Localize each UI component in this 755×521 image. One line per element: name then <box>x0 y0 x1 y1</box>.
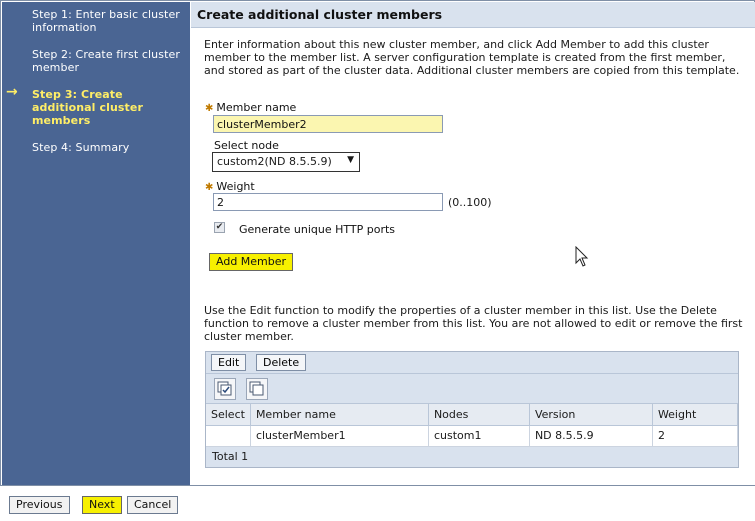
select-node-value: custom2(ND 8.5.5.9) <box>217 155 332 168</box>
edit-button[interactable]: Edit <box>211 354 247 371</box>
weight-input[interactable] <box>213 193 443 211</box>
column-weight[interactable]: Weight <box>652 404 739 426</box>
next-button[interactable]: Next <box>82 496 122 514</box>
row-select-cell <box>206 425 251 447</box>
members-grid: Select Member name Nodes Version Weight … <box>206 404 739 447</box>
column-member-name[interactable]: Member name <box>250 404 429 426</box>
row-member-name: clusterMember1 <box>250 425 429 447</box>
current-step-arrow-icon: → <box>6 84 18 100</box>
row-nodes: custom1 <box>428 425 530 447</box>
step-3-label: Step 3: Create additional cluster member… <box>32 88 143 127</box>
weight-range-hint: (0..100) <box>448 196 492 209</box>
step-4[interactable]: Step 4: Summary <box>2 141 190 154</box>
cluster-members-table: Edit Delete Select Member name Nodes Ver… <box>205 351 739 468</box>
required-icon: ✱ <box>205 103 214 114</box>
weight-label: ✱ Weight <box>205 180 255 193</box>
select-node-label: Select node <box>214 139 279 152</box>
cancel-button[interactable]: Cancel <box>127 496 179 514</box>
weight-label-text: Weight <box>216 180 255 193</box>
step-3: → Step 3: Create additional cluster memb… <box>2 84 190 127</box>
member-name-input[interactable] <box>213 115 443 133</box>
member-name-label-text: Member name <box>216 101 297 114</box>
table-row: clusterMember1 custom1 ND 8.5.5.9 2 <box>206 425 739 447</box>
wizard-steps-sidebar: Step 1: Enter basic cluster information … <box>2 2 190 485</box>
step-2-label: Step 2: Create first cluster member <box>32 48 180 74</box>
list-help-text: Use the Edit function to modify the prop… <box>204 304 743 343</box>
dropdown-arrow-icon: ▼ <box>347 155 354 165</box>
table-header-row: Select Member name Nodes Version Weight <box>206 404 739 426</box>
table-total: Total 1 <box>206 446 738 467</box>
required-icon: ✱ <box>205 182 214 193</box>
row-weight: 2 <box>652 425 739 447</box>
main-panel: Create additional cluster members Enter … <box>191 2 755 485</box>
column-select[interactable]: Select <box>206 404 251 426</box>
mouse-cursor-icon <box>575 246 589 267</box>
step-2[interactable]: Step 2: Create first cluster member <box>2 48 190 74</box>
add-member-button[interactable]: Add Member <box>209 253 294 271</box>
intro-text: Enter information about this new cluster… <box>204 38 740 77</box>
wizard-nav-bar: Previous Next Cancel <box>0 486 755 521</box>
delete-button[interactable]: Delete <box>256 354 307 371</box>
step-1-label: Step 1: Enter basic cluster information <box>32 8 180 34</box>
step-4-label: Step 4: Summary <box>32 141 130 154</box>
step-1[interactable]: Step 1: Enter basic cluster information <box>2 8 190 34</box>
table-toolbar: Edit Delete <box>206 352 738 374</box>
select-all-icon[interactable] <box>214 378 236 400</box>
column-nodes[interactable]: Nodes <box>428 404 530 426</box>
previous-button[interactable]: Previous <box>9 496 70 514</box>
unique-ports-label: Generate unique HTTP ports <box>239 223 396 236</box>
table-iconbar <box>206 374 738 404</box>
page-title: Create additional cluster members <box>191 2 755 28</box>
wizard-frame: Step 1: Enter basic cluster information … <box>0 0 755 486</box>
member-name-label: ✱ Member name <box>205 101 296 114</box>
deselect-all-icon[interactable] <box>246 378 268 400</box>
select-node-dropdown[interactable]: custom2(ND 8.5.5.9) ▼ <box>212 152 360 172</box>
unique-ports-checkbox[interactable]: ✔ <box>214 222 225 233</box>
column-version[interactable]: Version <box>529 404 653 426</box>
row-version: ND 8.5.5.9 <box>529 425 653 447</box>
